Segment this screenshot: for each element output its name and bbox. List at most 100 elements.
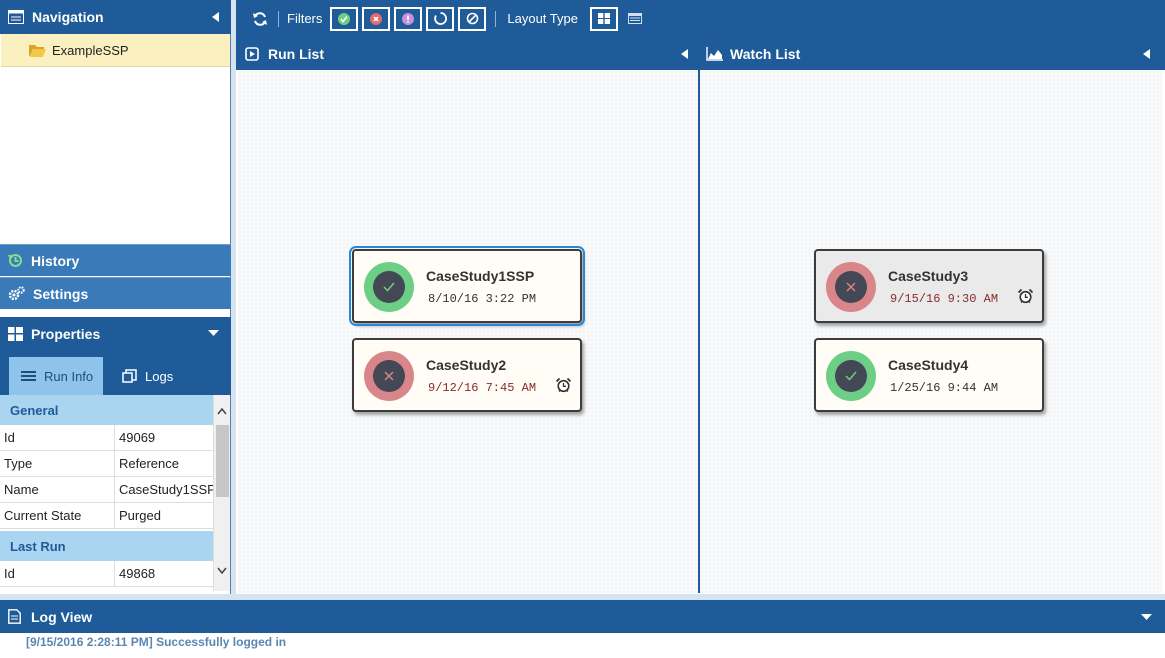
scroll-up-icon[interactable]: [217, 408, 227, 415]
status-ring: [364, 351, 414, 401]
list-layout-icon[interactable]: [627, 13, 642, 24]
log-view-header[interactable]: Log View: [0, 600, 1165, 633]
property-key: Current State: [0, 503, 115, 528]
filter-success-button[interactable]: [330, 6, 359, 31]
run-time: 9/12/16 7:45 AM: [428, 381, 537, 395]
watch-list-title: Watch List: [730, 45, 801, 62]
logs-icon: [122, 369, 137, 383]
left-panel: Navigation ExampleSSP History Settings P…: [0, 0, 231, 594]
property-grid: General Id 49069 Type Reference Name Cas…: [0, 395, 213, 591]
alarm-clock-icon: [1018, 289, 1033, 304]
tab-logs-label: Logs: [145, 368, 174, 384]
watch-time: 9/15/16 9:30 AM: [890, 292, 999, 306]
watch-name: CaseStudy4: [888, 357, 969, 373]
property-value: 49868: [119, 566, 156, 581]
watch-card[interactable]: CaseStudy3 9/15/16 9:30 AM: [814, 249, 1044, 323]
watch-list-header[interactable]: Watch List: [700, 37, 1165, 70]
property-key: Id: [0, 425, 115, 450]
navigation-title: Navigation: [32, 9, 104, 25]
check-icon: [845, 371, 857, 381]
check-icon: [383, 282, 395, 292]
gear-icon: [8, 286, 25, 301]
layout-type-label: Layout Type: [507, 11, 578, 26]
tree-item-label: ExampleSSP: [52, 42, 129, 58]
status-ring: [364, 262, 414, 312]
run-info-icon: [21, 371, 36, 381]
watch-card[interactable]: CaseStudy4 1/25/16 9:44 AM: [814, 338, 1044, 412]
run-list-header[interactable]: Run List: [236, 37, 698, 70]
run-card[interactable]: CaseStudy2 9/12/16 7:45 AM: [352, 338, 582, 412]
history-header[interactable]: History: [0, 244, 231, 276]
chart-area-icon: [706, 46, 723, 61]
property-row[interactable]: Id 49868: [0, 561, 213, 587]
properties-header[interactable]: Properties: [0, 317, 231, 350]
watch-list-collapse-icon[interactable]: [1143, 49, 1150, 59]
tree-item-examplessp[interactable]: ExampleSSP: [1, 34, 230, 67]
cancelled-filter-icon: [466, 12, 479, 25]
property-key: Name: [0, 477, 115, 502]
property-value: Purged: [119, 508, 161, 523]
log-entry: [9/15/2016 2:28:11 PM] Successfully logg…: [26, 635, 287, 649]
log-document-icon: [8, 609, 21, 624]
property-row[interactable]: Name CaseStudy1SSP: [0, 477, 213, 503]
tab-run-info-label: Run Info: [44, 368, 94, 384]
scroll-thumb[interactable]: [216, 425, 229, 497]
settings-header[interactable]: Settings: [0, 277, 231, 309]
success-filter-icon: [338, 12, 351, 25]
failed-filter-icon: [370, 12, 383, 25]
refresh-icon[interactable]: [253, 11, 267, 26]
property-value: 49069: [119, 430, 156, 445]
warning-filter-icon: [402, 12, 415, 25]
settings-label: Settings: [33, 285, 89, 302]
cross-icon: [846, 282, 856, 292]
run-list-collapse-icon[interactable]: [681, 49, 688, 59]
status-ring: [826, 262, 876, 312]
watch-list-area: CaseStudy3 9/15/16 9:30 AM CaseStudy4 1/…: [700, 70, 1162, 593]
properties-collapse-icon[interactable]: [208, 330, 219, 337]
properties-grid-icon: [8, 326, 23, 341]
run-list-title: Run List: [268, 45, 324, 62]
navigation-header[interactable]: Navigation: [0, 0, 231, 34]
folder-open-icon: [29, 44, 46, 57]
toolbar: Filters Layout Type: [236, 0, 1165, 37]
run-card[interactable]: CaseStudy1SSP 8/10/16 3:22 PM: [349, 246, 585, 326]
filters-label: Filters: [287, 11, 323, 26]
splitter[interactable]: [231, 0, 236, 600]
filter-cancelled-button[interactable]: [458, 6, 487, 31]
properties-tabs: Run Info Logs: [0, 349, 231, 395]
group-general[interactable]: General: [0, 395, 213, 425]
history-icon: [8, 254, 22, 267]
property-row[interactable]: Type Reference: [0, 451, 213, 477]
status-ring: [826, 351, 876, 401]
filter-failed-button[interactable]: [362, 6, 391, 31]
property-key: Type: [0, 451, 115, 476]
run-list-icon: [245, 46, 259, 61]
filter-warning-button[interactable]: [394, 6, 423, 31]
property-scrollbar[interactable]: [213, 395, 230, 591]
watch-time: 1/25/16 9:44 AM: [890, 381, 999, 395]
history-label: History: [31, 252, 80, 269]
run-name: CaseStudy2: [426, 357, 507, 373]
tab-logs[interactable]: Logs: [110, 357, 210, 395]
property-row[interactable]: Id 49069: [0, 425, 213, 451]
cross-icon: [384, 371, 394, 381]
property-value: Reference: [119, 456, 179, 471]
scroll-down-icon[interactable]: [217, 567, 227, 574]
log-view-title: Log View: [31, 608, 93, 625]
property-key: Id: [0, 561, 115, 586]
filter-running-button[interactable]: [426, 6, 455, 31]
run-name: CaseStudy1SSP: [426, 268, 535, 284]
run-time: 8/10/16 3:22 PM: [428, 292, 537, 306]
navigation-icon: [8, 10, 24, 24]
alarm-clock-icon: [556, 378, 571, 393]
log-view-collapse-icon[interactable]: [1141, 614, 1152, 621]
tab-run-info[interactable]: Run Info: [9, 357, 103, 395]
collapse-left-icon[interactable]: [212, 12, 220, 22]
layout-tiles-button[interactable]: [589, 6, 618, 31]
running-filter-icon: [434, 12, 447, 25]
tiles-layout-icon: [597, 13, 610, 24]
properties-title: Properties: [31, 325, 101, 342]
property-row[interactable]: Current State Purged: [0, 503, 213, 529]
group-last-run[interactable]: Last Run: [0, 531, 213, 561]
watch-name: CaseStudy3: [888, 268, 969, 284]
